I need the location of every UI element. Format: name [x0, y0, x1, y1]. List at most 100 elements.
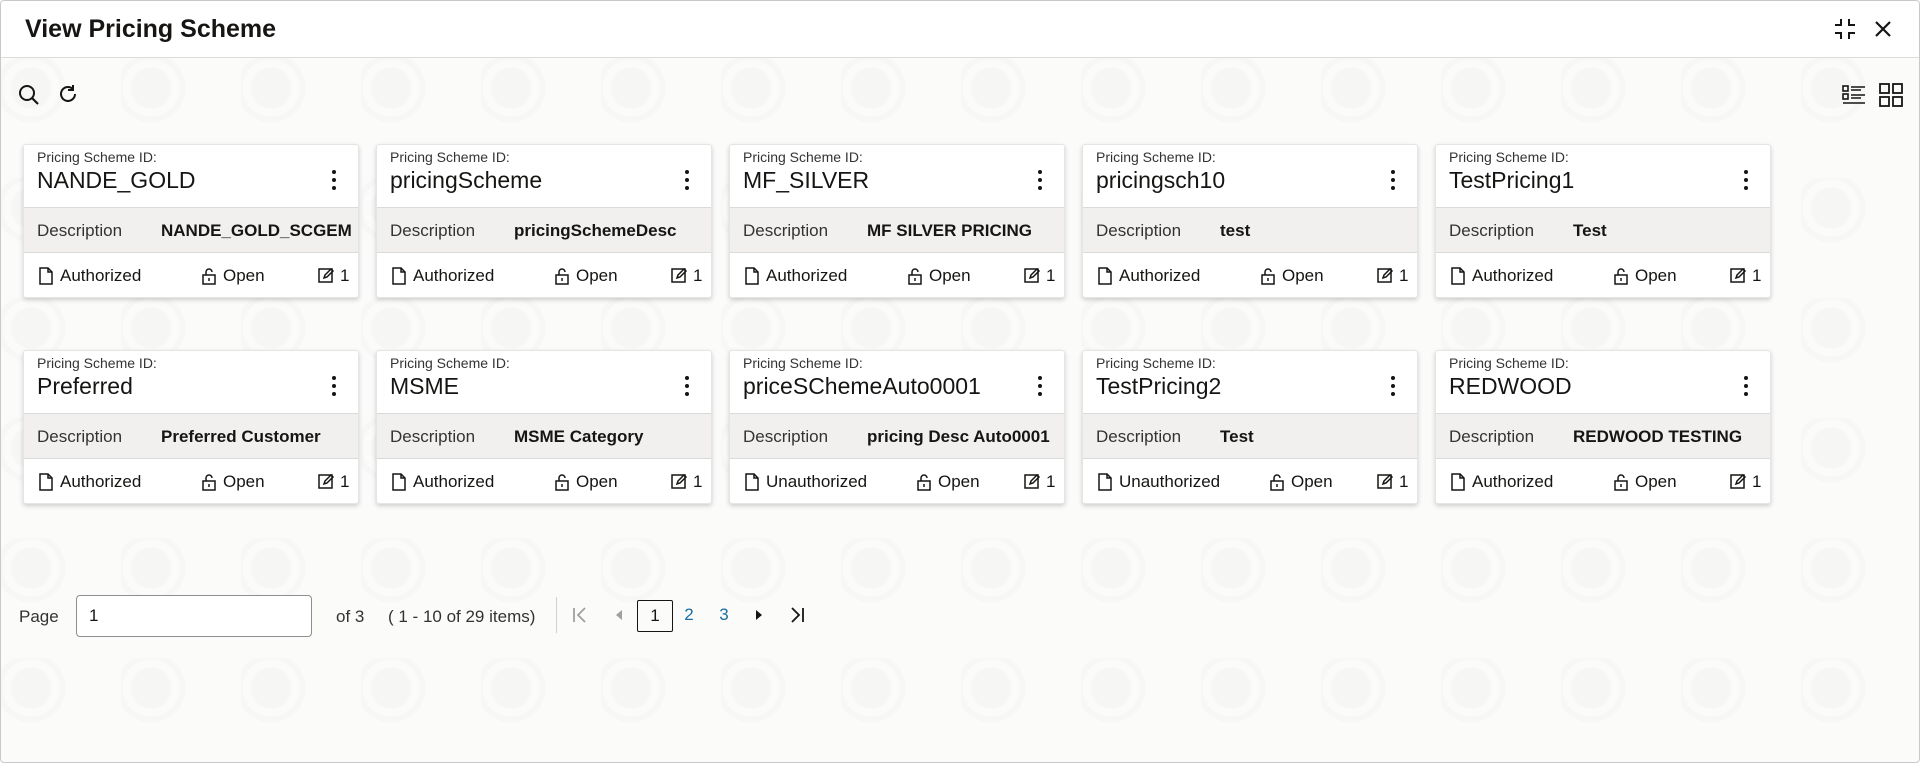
- card-description-row: Description Test: [1436, 208, 1770, 253]
- card-scheme-id[interactable]: REDWOOD: [1449, 373, 1572, 400]
- edit-icon: [1730, 473, 1747, 489]
- authorization-status-text: Authorized: [60, 472, 142, 491]
- grid-view-button[interactable]: [1877, 81, 1905, 109]
- page-number-3[interactable]: 3: [712, 600, 736, 632]
- description-label: Description: [390, 427, 476, 446]
- description-label: Description: [1449, 427, 1535, 446]
- card-scheme-id[interactable]: TestPricing1: [1449, 167, 1574, 194]
- pricing-scheme-card[interactable]: Pricing Scheme ID: pricingsch10 Descriptio…: [1082, 144, 1418, 298]
- version-count: 1: [317, 472, 349, 492]
- pricing-scheme-card[interactable]: Pricing Scheme ID: pricingScheme Descripti…: [376, 144, 712, 298]
- first-page-button[interactable]: [569, 603, 591, 627]
- version-count: 1: [1729, 472, 1761, 492]
- next-page-button[interactable]: [748, 603, 770, 627]
- close-button[interactable]: [1869, 15, 1897, 43]
- description-value: pricingSchemeDesc: [514, 221, 677, 240]
- card-header: Pricing Scheme ID: priceSChemeAuto0001: [730, 351, 1064, 414]
- unlock-icon: [1261, 268, 1275, 285]
- card-actions-menu-button[interactable]: [1030, 167, 1050, 193]
- card-scheme-id[interactable]: NANDE_GOLD: [37, 167, 195, 194]
- card-actions-menu-button[interactable]: [677, 167, 697, 193]
- card-id-label: Pricing Scheme ID:: [1096, 149, 1216, 165]
- lock-status: Open: [1259, 266, 1324, 286]
- card-footer: Authorized Open 1: [730, 253, 1064, 299]
- document-status-icon: [392, 267, 406, 285]
- card-actions-menu-button[interactable]: [1030, 373, 1050, 399]
- search-button[interactable]: [15, 81, 43, 109]
- refresh-button[interactable]: [54, 81, 82, 109]
- refresh-icon: [60, 85, 76, 102]
- edit-icon: [1730, 267, 1747, 283]
- authorization-status-text: Unauthorized: [766, 472, 868, 491]
- lock-status-text: Open: [576, 472, 618, 491]
- page-number-input[interactable]: [76, 595, 312, 637]
- card-scheme-id[interactable]: pricingScheme: [390, 167, 542, 194]
- edit-icon: [1024, 267, 1041, 283]
- card-actions-menu-button[interactable]: [677, 373, 697, 399]
- pricing-scheme-card[interactable]: Pricing Scheme ID: MSME Description MSME Ca…: [376, 350, 712, 504]
- version-count: 1: [1376, 472, 1408, 492]
- document-status-icon: [39, 473, 53, 491]
- card-scheme-id[interactable]: MF_SILVER: [743, 167, 869, 194]
- card-id-label: Pricing Scheme ID:: [390, 355, 510, 371]
- card-scheme-id[interactable]: pricingsch10: [1096, 167, 1225, 194]
- card-description-row: Description REDWOOD TESTING: [1436, 414, 1770, 459]
- pricing-scheme-card[interactable]: Pricing Scheme ID: Preferred Description Pr…: [23, 350, 359, 504]
- minimize-view-button[interactable]: [1831, 15, 1859, 43]
- next-page-icon: [756, 610, 762, 620]
- card-description-row: Description Test: [1083, 414, 1417, 459]
- pricing-scheme-card[interactable]: Pricing Scheme ID: TestPricing2 Descriptio…: [1082, 350, 1418, 504]
- previous-page-button[interactable]: [608, 603, 630, 627]
- card-scheme-id[interactable]: TestPricing2: [1096, 373, 1221, 400]
- pricing-scheme-card[interactable]: Pricing Scheme ID: MF_SILVER Description MF…: [729, 144, 1065, 298]
- card-actions-menu-button[interactable]: [1736, 373, 1756, 399]
- card-id-label: Pricing Scheme ID:: [1096, 355, 1216, 371]
- authorization-status-text: Authorized: [413, 266, 495, 285]
- last-page-button[interactable]: [786, 603, 808, 627]
- page-title: View Pricing Scheme: [25, 15, 277, 43]
- card-description-row: Description NANDE_GOLD_SCGEME: [24, 208, 358, 253]
- version-count: 1: [670, 472, 702, 492]
- description-value: Test: [1220, 427, 1254, 446]
- pricing-scheme-card[interactable]: Pricing Scheme ID: TestPricing1 Descriptio…: [1435, 144, 1771, 298]
- document-status-icon: [1098, 267, 1112, 285]
- lock-status: Open: [200, 266, 265, 286]
- pricing-scheme-card[interactable]: Pricing Scheme ID: NANDE_GOLD Description N…: [23, 144, 359, 298]
- card-description-row: Description Preferred Customer: [24, 414, 358, 459]
- card-actions-menu-button[interactable]: [324, 373, 344, 399]
- page-number-1[interactable]: 1: [637, 600, 673, 632]
- description-label: Description: [37, 221, 123, 240]
- card-header: Pricing Scheme ID: TestPricing2: [1083, 351, 1417, 414]
- description-label: Description: [1096, 427, 1182, 446]
- document-status-icon: [1098, 473, 1112, 491]
- document-status-icon: [392, 473, 406, 491]
- card-scheme-id[interactable]: Preferred: [37, 373, 133, 400]
- pager-divider: [556, 597, 557, 633]
- pricing-scheme-card[interactable]: Pricing Scheme ID: priceSChemeAuto0001 Des…: [729, 350, 1065, 504]
- card-actions-menu-button[interactable]: [1383, 373, 1403, 399]
- view-pricing-scheme-window: View Pricing Scheme Pricing Scheme ID: N…: [0, 0, 1920, 763]
- card-actions-menu-button[interactable]: [1383, 167, 1403, 193]
- card-description-row: Description MF SILVER PRICING: [730, 208, 1064, 253]
- pricing-scheme-card[interactable]: Pricing Scheme ID: REDWOOD Description REDW…: [1435, 350, 1771, 504]
- lock-status-text: Open: [929, 266, 971, 285]
- version-count: 1: [1376, 266, 1408, 286]
- description-value: MSME Category: [514, 427, 644, 446]
- card-footer: Authorized Open 1: [1083, 253, 1417, 299]
- card-id-label: Pricing Scheme ID:: [1449, 355, 1569, 371]
- card-description-row: Description MSME Category: [377, 414, 711, 459]
- version-count: 1: [670, 266, 702, 286]
- version-count-text: 1: [693, 266, 703, 285]
- card-actions-menu-button[interactable]: [1736, 167, 1756, 193]
- version-count: 1: [1729, 266, 1761, 286]
- page-number-2[interactable]: 2: [677, 600, 701, 632]
- card-footer: Authorized Open 1: [24, 459, 358, 505]
- card-scheme-id[interactable]: MSME: [390, 373, 459, 400]
- unlock-icon: [555, 268, 569, 285]
- list-view-button[interactable]: [1840, 81, 1868, 109]
- card-actions-menu-button[interactable]: [324, 167, 344, 193]
- card-scheme-id[interactable]: priceSChemeAuto0001: [743, 373, 981, 400]
- card-header: Pricing Scheme ID: REDWOOD: [1436, 351, 1770, 414]
- card-id-label: Pricing Scheme ID:: [37, 355, 157, 371]
- description-value: Test: [1573, 221, 1607, 240]
